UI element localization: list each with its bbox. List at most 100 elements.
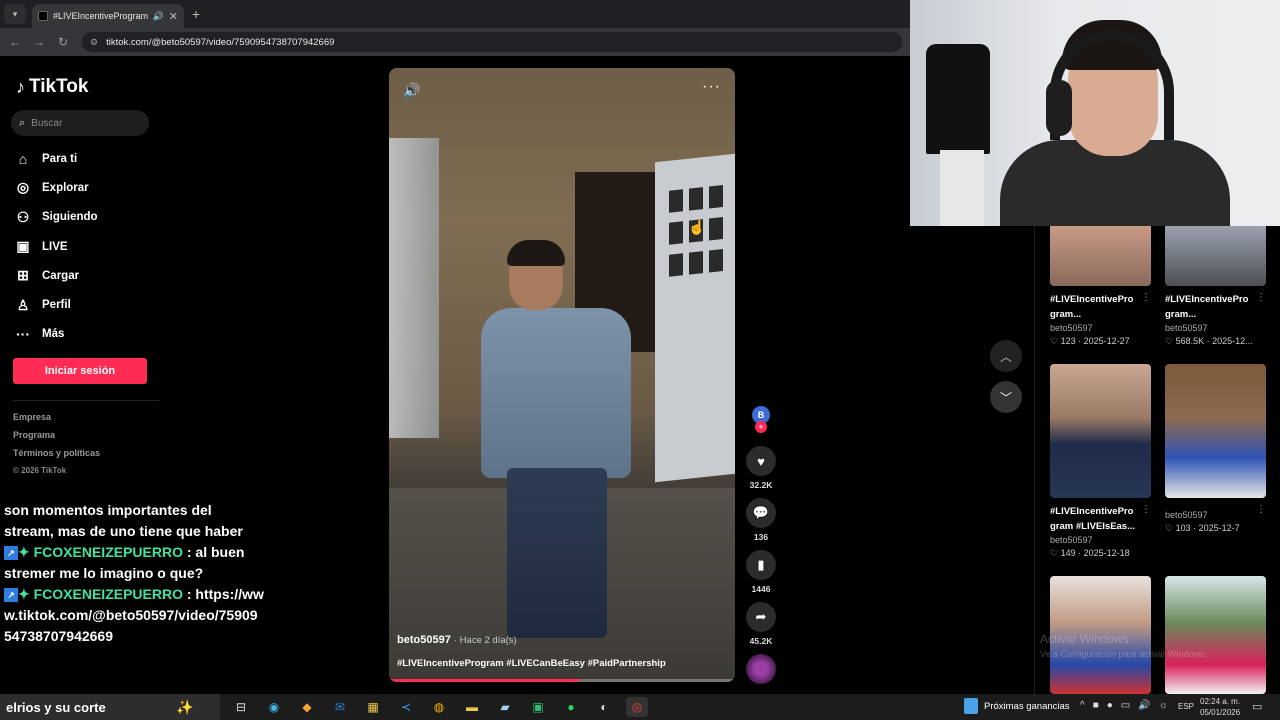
comment-icon[interactable]: 💬 <box>746 498 776 528</box>
network-icon[interactable]: ▭ <box>1121 700 1130 711</box>
chat-message: ↗ ✦ FCOXENEIZEPUERRO : al buen stremer me… <box>4 542 264 584</box>
share-action[interactable]: ➦ 45.2K <box>746 602 776 646</box>
tray-app2-icon[interactable]: ● <box>1107 700 1113 711</box>
video-thumbnail[interactable] <box>1165 364 1266 498</box>
video-card[interactable]: beto50597 ♡ 103 · 2025-12-7 ⋮ <box>1165 364 1266 534</box>
copilot-icon[interactable]: ◆ <box>296 697 318 717</box>
taskbar-news-widget[interactable]: Próximas ganancias <box>964 698 1070 714</box>
url-field[interactable]: ⚙ tiktok.com/@beto50597/video/7590954738… <box>82 32 902 52</box>
vscode-icon[interactable]: ≺ <box>395 697 417 717</box>
input-language[interactable]: ESP <box>1178 702 1194 711</box>
video-card[interactable]: #LIVEIncentivePro gram... beto50597 ♡ 56… <box>1165 226 1266 347</box>
tray-chevron-icon[interactable]: ^ <box>1080 700 1085 711</box>
browser-tab[interactable]: #LIVEIncentiveProgram #LI 🔊 ✕ <box>32 4 184 28</box>
tray-app-icon[interactable]: ■ <box>1093 700 1099 711</box>
notepad-icon[interactable]: ▰ <box>494 697 516 717</box>
forward-icon[interactable]: → <box>30 33 48 51</box>
file-explorer-icon[interactable]: ▬ <box>461 697 483 717</box>
obs-icon[interactable]: ◐ <box>593 697 615 717</box>
sidebar-item-perfil[interactable]: ♙ Perfil <box>14 290 174 319</box>
profile-video-grid: #LIVEIncentivePro gram... beto50597 ♡ 12… <box>1034 226 1280 694</box>
sidebar-item-mas[interactable]: ··· Más <box>14 320 174 349</box>
sidebar-item-explorar[interactable]: ◎ Explorar <box>14 173 174 202</box>
video-person-hair <box>507 240 565 266</box>
profile-icon: ♙ <box>16 296 30 313</box>
volume-tray-icon[interactable]: 🔊 <box>1138 700 1150 711</box>
share-icon[interactable]: ➦ <box>746 602 776 632</box>
taskbar-clock[interactable]: 02:24 a. m. 05/01/2026 <box>1200 696 1240 718</box>
video-card-user: beto50597 <box>1165 323 1208 333</box>
video-card-title: #LIVEIncentivePro gram #LIVEIsEas... <box>1050 506 1136 532</box>
taskbar-apps: ⊟ ◉ ◆ ✉ ▦ ≺ ◍ ▬ ▰ ▣ ● ◐ ◎ <box>230 697 648 717</box>
video-person-shirt <box>481 308 631 478</box>
video-player[interactable]: 🔊 ··· beto50597 · Hace 2 día(s) #LIVEInc… <box>389 68 735 682</box>
video-card[interactable]: #LIVEIncentivePro gram... beto50597 ♡ 12… <box>1050 226 1151 347</box>
video-card[interactable]: #LIVEIncentivePro gram #LIVEIsEas... bet… <box>1050 364 1151 559</box>
site-info-icon[interactable]: ⚙ <box>90 37 98 48</box>
follow-plus-icon[interactable]: + <box>755 421 767 433</box>
close-tab-icon[interactable]: ✕ <box>169 10 178 23</box>
sidebar-item-label: Perfil <box>42 299 71 312</box>
video-person-jeans <box>507 468 607 638</box>
back-icon[interactable]: ← <box>6 33 24 51</box>
video-scene-door <box>655 153 735 483</box>
save-action[interactable]: ▮ 1446 <box>746 550 776 594</box>
card-more-icon[interactable]: ⋮ <box>1141 504 1151 515</box>
tab-search-button[interactable]: ▾ <box>4 4 26 24</box>
new-tab-button[interactable]: + <box>192 6 200 22</box>
tiktok-logo[interactable]: ♪ TikTok <box>16 76 88 98</box>
next-video-button[interactable]: ﹀ <box>990 381 1022 413</box>
video-scene-curtain <box>389 138 439 438</box>
video-thumbnail[interactable] <box>1050 226 1151 286</box>
clock-date: 05/01/2026 <box>1200 708 1241 717</box>
footer-link-programa[interactable]: Programa <box>13 430 100 448</box>
comment-action[interactable]: 💬 136 <box>746 498 776 542</box>
search-input[interactable] <box>31 117 132 129</box>
video-more-icon[interactable]: ··· <box>702 78 721 96</box>
video-progress-fill <box>389 679 580 682</box>
taskbar-search-box[interactable]: elrios y su corte ✨ <box>0 694 220 720</box>
card-more-icon[interactable]: ⋮ <box>1256 504 1266 515</box>
sidebar-item-live[interactable]: ▣ LIVE <box>14 232 174 261</box>
edge-icon[interactable]: ◉ <box>263 697 285 717</box>
login-button[interactable]: Iniciar sesión <box>13 358 147 384</box>
chat-badge-icon: ↗ <box>4 588 18 603</box>
video-thumbnail[interactable] <box>1165 226 1266 286</box>
chrome-icon[interactable]: ◎ <box>626 697 648 717</box>
task-view-icon[interactable]: ⊟ <box>230 697 252 717</box>
search-box[interactable]: ⌕ <box>11 110 149 136</box>
video-card-title: #LIVEIncentivePro gram... <box>1165 294 1249 320</box>
previous-video-button[interactable]: ︿ <box>990 340 1022 372</box>
card-more-icon[interactable]: ⋮ <box>1256 292 1266 303</box>
store-icon[interactable]: ▦ <box>362 697 384 717</box>
video-author[interactable]: beto50597 <box>397 634 451 646</box>
volume-icon[interactable]: 🔊 <box>403 82 420 99</box>
following-icon: ⚇ <box>16 208 30 225</box>
bookmark-icon[interactable]: ▮ <box>746 550 776 580</box>
notifications-icon[interactable]: ▭ <box>1252 700 1262 713</box>
like-action[interactable]: ♥ 32.2K <box>746 446 776 490</box>
home-icon: ⌂ <box>18 150 28 167</box>
outlook-icon[interactable]: ✉ <box>329 697 351 717</box>
footer-link-empresa[interactable]: Empresa <box>13 412 100 430</box>
chat-message: ↗ ✦ FCOXENEIZEPUERRO : https://www.tiktok… <box>4 584 264 647</box>
video-thumbnail[interactable] <box>1050 364 1151 498</box>
brand-name: TikTok <box>29 76 89 97</box>
sidebar-item-siguiendo[interactable]: ⚇ Siguiendo <box>14 203 174 232</box>
sidebar-item-label: Más <box>42 328 65 341</box>
spotify-icon[interactable]: ● <box>560 697 582 717</box>
app-green-icon[interactable]: ▣ <box>527 697 549 717</box>
footer-link-terminos[interactable]: Términos y políticas <box>13 448 100 466</box>
music-disc-icon[interactable] <box>746 654 776 684</box>
heart-icon[interactable]: ♥ <box>746 446 776 476</box>
audio-icon[interactable]: 🔊 <box>153 11 164 22</box>
windows-taskbar: elrios y su corte ✨ ⊟ ◉ ◆ ✉ ▦ ≺ ◍ ▬ ▰ ▣ … <box>0 694 1280 720</box>
sidebar-item-cargar[interactable]: ⊞ Cargar <box>14 261 174 290</box>
video-author-line: beto50597 · Hace 2 día(s) <box>397 634 517 646</box>
card-more-icon[interactable]: ⋮ <box>1141 292 1151 303</box>
sidebar-item-para-ti[interactable]: ⌂ Para ti <box>14 144 174 173</box>
chrome-canary-icon[interactable]: ◍ <box>428 697 450 717</box>
language-settings-icon[interactable]: ☼ <box>1159 700 1168 711</box>
url-text: tiktok.com/@beto50597/video/759095473870… <box>106 36 335 48</box>
reload-icon[interactable]: ↻ <box>54 33 72 51</box>
